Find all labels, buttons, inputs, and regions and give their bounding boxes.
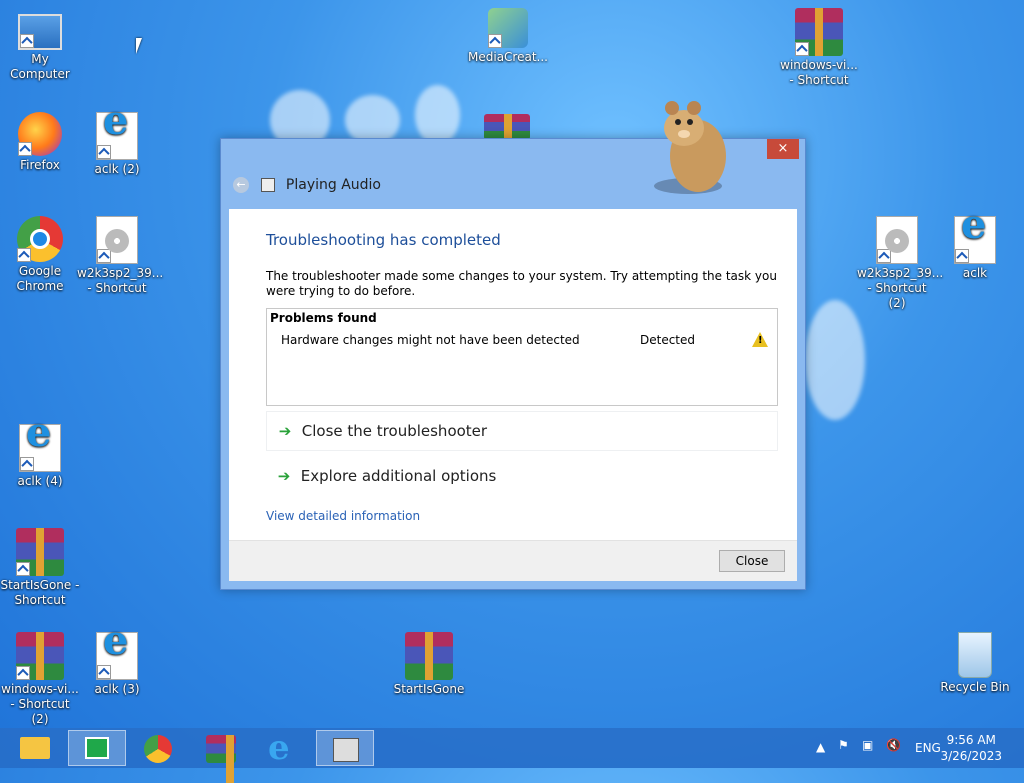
clock-time: 9:56 AM <box>946 733 996 747</box>
icon-label: Recycle Bin <box>940 680 1010 694</box>
icon-label: StartIsGone - Shortcut <box>0 578 80 607</box>
desktop-icon-aclk-3[interactable]: aclk (3) <box>77 632 157 697</box>
desktop-icon-google-chrome[interactable]: Google Chrome <box>0 216 80 294</box>
chrome-icon <box>144 735 172 763</box>
green-arrow-icon: ➔ <box>277 467 291 485</box>
internet-explorer-icon: e <box>268 728 290 768</box>
language-indicator[interactable]: ENG <box>915 741 941 755</box>
icon-label: Google Chrome <box>16 264 64 293</box>
disc-image-icon <box>96 216 138 264</box>
store-icon <box>85 737 109 759</box>
dialog-content: Troubleshooting has completed The troubl… <box>229 209 797 581</box>
desktop-icon-my-computer[interactable]: My Computer <box>0 8 80 82</box>
hamster-mascot-image[interactable] <box>650 98 732 198</box>
icon-label: aclk <box>962 266 988 280</box>
winrar-icon <box>405 632 453 680</box>
taskbar-internet-explorer[interactable]: e <box>254 728 312 768</box>
desktop-icon-aclk-4[interactable]: aclk (4) <box>0 424 80 489</box>
show-hidden-icons-button[interactable]: ▲ <box>816 740 825 754</box>
network-icon[interactable]: ▣ <box>862 738 873 752</box>
shield-icon <box>488 8 528 48</box>
icon-label: Firefox <box>20 158 60 172</box>
icon-label: MediaCreat... <box>468 50 548 64</box>
winrar-icon <box>16 528 64 576</box>
dialog-footer: Close <box>229 540 797 581</box>
taskbar-file-explorer[interactable] <box>6 730 64 766</box>
desktop-icon-windows-vi-shortcut-2[interactable]: windows-vi... - Shortcut (2) <box>0 632 80 727</box>
desktop-icon-firefox[interactable]: Firefox <box>0 112 80 173</box>
icon-label: windows-vi... - Shortcut (2) <box>1 682 79 726</box>
warning-icon <box>752 332 768 347</box>
page-heading: Troubleshooting has completed <box>266 231 501 249</box>
icon-label: My Computer <box>10 52 70 81</box>
problem-name[interactable]: Hardware changes might not have been det… <box>281 333 580 347</box>
taskbar: e ▲ ⚑ ▣ 🔇 ENG 9:56 AM 3/26/2023 <box>0 728 1024 783</box>
taskbar-store[interactable] <box>68 730 126 766</box>
window-close-button[interactable]: × <box>767 139 799 159</box>
view-detailed-information-link[interactable]: View detailed information <box>266 509 420 523</box>
internet-explorer-icon <box>19 424 61 472</box>
icon-label: StartIsGone <box>393 682 465 696</box>
winrar-icon <box>16 632 64 680</box>
taskbar-chrome[interactable] <box>130 730 188 766</box>
desktop-icon-aclk[interactable]: aclk <box>935 216 1015 281</box>
disc-image-icon <box>876 216 918 264</box>
desktop-icon-w2k3sp2-shortcut[interactable]: w2k3sp2_39... - Shortcut <box>77 216 163 296</box>
taskbar-winrar[interactable] <box>192 730 250 783</box>
desktop-icon-windows-vi-shortcut[interactable]: windows-vi... - Shortcut <box>779 8 859 88</box>
clock[interactable]: 9:56 AM 3/26/2023 <box>940 732 1002 764</box>
winrar-icon <box>484 114 530 162</box>
winrar-icon <box>206 735 236 783</box>
desktop-icon-startisgone[interactable]: StartIsGone <box>389 632 469 697</box>
winrar-icon <box>795 8 843 56</box>
troubleshooter-window: × ← Playing Audio Troubleshooting has co… <box>220 138 806 590</box>
folder-icon <box>20 737 50 759</box>
close-button[interactable]: Close <box>719 550 785 572</box>
problem-status: Detected <box>640 333 696 347</box>
computer-icon <box>18 14 62 50</box>
icon-label: w2k3sp2_39... - Shortcut (2) <box>857 266 944 310</box>
internet-explorer-icon <box>954 216 996 264</box>
action-center-icon[interactable]: ⚑ <box>838 738 849 752</box>
option-label: Explore additional options <box>300 467 497 485</box>
icon-label: aclk (4) <box>17 474 63 488</box>
icon-label: aclk (3) <box>94 682 140 696</box>
firefox-icon <box>18 112 62 156</box>
internet-explorer-icon <box>96 112 138 160</box>
problems-header: Problems found <box>270 311 377 325</box>
window-title-bar: ← Playing Audio <box>233 177 381 193</box>
back-arrow-icon[interactable]: ← <box>233 177 249 193</box>
recycle-bin-icon <box>958 632 992 678</box>
problems-list: Problems found Hardware changes might no… <box>266 308 778 406</box>
desktop-icon-startisgone-shortcut[interactable]: StartIsGone - Shortcut <box>0 528 80 608</box>
desktop-icon-recycle-bin[interactable]: Recycle Bin <box>935 632 1015 695</box>
description-text: The troubleshooter made some changes to … <box>266 269 777 298</box>
icon-label: w2k3sp2_39... - Shortcut <box>77 266 164 295</box>
chrome-icon <box>17 216 63 262</box>
window-title: Playing Audio <box>285 177 381 193</box>
green-arrow-icon: ➔ <box>278 422 292 440</box>
explore-options-option[interactable]: ➔ Explore additional options <box>266 457 776 495</box>
wallpaper-petal <box>805 300 865 420</box>
wallpaper-petal <box>415 85 460 145</box>
desktop-icon-w2k3sp2-shortcut-2[interactable]: w2k3sp2_39... - Shortcut (2) <box>857 216 943 311</box>
troubleshooter-icon <box>333 738 359 762</box>
taskbar-troubleshooter[interactable] <box>316 730 374 766</box>
mouse-cursor <box>136 38 148 54</box>
close-troubleshooter-option[interactable]: ➔ Close the troubleshooter <box>266 411 778 451</box>
troubleshooter-icon <box>261 178 276 192</box>
icon-label: windows-vi... - Shortcut <box>780 58 858 87</box>
volume-muted-icon[interactable]: 🔇 <box>886 738 901 752</box>
desktop-icon-mediacreation[interactable]: MediaCreat... <box>468 8 548 65</box>
internet-explorer-icon <box>96 632 138 680</box>
desktop-icon-aclk-2[interactable]: aclk (2) <box>77 112 157 177</box>
icon-label: aclk (2) <box>94 162 140 176</box>
clock-date: 3/26/2023 <box>940 749 1002 763</box>
option-label: Close the troubleshooter <box>301 422 488 440</box>
